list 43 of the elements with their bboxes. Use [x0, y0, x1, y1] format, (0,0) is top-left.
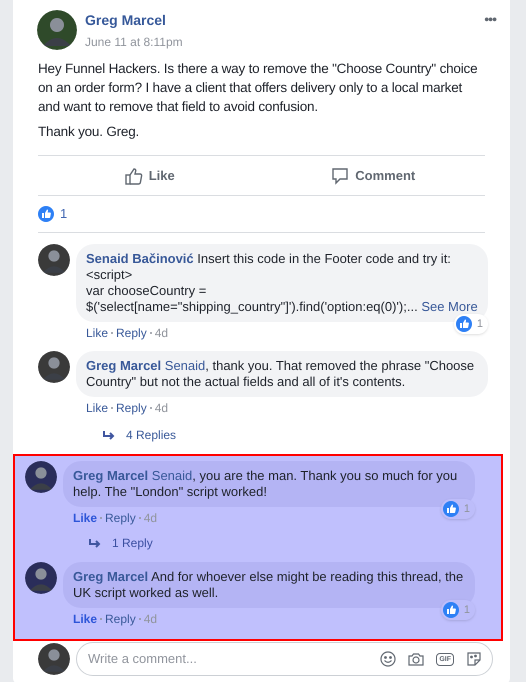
like-badge-icon	[456, 316, 472, 332]
avatar-icon[interactable]	[37, 10, 77, 50]
camera-icon[interactable]	[408, 651, 424, 667]
reaction-badge[interactable]: 1	[454, 314, 488, 334]
reply-arrow-icon	[103, 430, 115, 440]
replies-link[interactable]: 1 Reply	[89, 534, 153, 552]
avatar-icon[interactable]	[38, 351, 70, 383]
avatar-icon[interactable]	[25, 562, 57, 594]
post-text: Thank you. Greg.	[38, 123, 140, 141]
reply-link[interactable]: Reply	[105, 510, 136, 526]
like-badge-icon	[442, 602, 459, 618]
reply-link[interactable]: Reply	[105, 611, 136, 627]
avatar-icon[interactable]	[25, 461, 57, 493]
reaction-count[interactable]: 1	[60, 204, 68, 224]
comment-text: Senaid Bačinović Insert this code in the Footer code and try it: <script> var chooseCountry = $('select[name="shipping_country"]').find('option:eq(0)');... See More	[86, 251, 478, 315]
sticker-icon[interactable]	[466, 651, 482, 667]
comment-text: Greg Marcel Senaid, thank you. That removed the phrase "Choose Country" but not the actual fields and all of it's contents.	[86, 358, 476, 390]
reply-arrow-icon	[89, 538, 101, 548]
like-badge-icon	[38, 206, 54, 222]
comment-text: Greg Marcel And for whoever else might be reading this thread, the UK script worked as well.	[73, 569, 464, 601]
replies-link[interactable]: 4 Replies	[103, 426, 176, 444]
avatar-icon[interactable]	[38, 643, 70, 675]
speech-bubble-icon	[331, 166, 350, 184]
comment-button[interactable]: Comment	[262, 156, 485, 195]
see-more-link[interactable]: See More	[421, 299, 478, 314]
author-name[interactable]: Greg Marcel	[85, 11, 166, 29]
reply-link[interactable]: Reply	[116, 400, 147, 416]
like-link[interactable]: Like	[86, 325, 108, 341]
like-link[interactable]: Like	[86, 400, 108, 416]
post-time[interactable]: June 11 at 8:11pm	[85, 34, 183, 50]
like-link[interactable]: Like	[73, 510, 98, 526]
comment-age[interactable]: 4d	[154, 400, 168, 416]
like-badge-icon	[442, 501, 459, 517]
post-text: Hey Funnel Hackers. Is there a way to remove the "Choose Country" choice on an order form? I have a client that offers delivery only to a local market and want to remove that field to avoid confusion.	[38, 60, 478, 116]
thumbs-up-icon	[124, 166, 143, 184]
avatar-icon[interactable]	[38, 244, 70, 276]
reply-link[interactable]: Reply	[116, 325, 147, 341]
comment-text: Greg Marcel Senaid, you are the man. Thank you so much for you help. The "London" script worked!	[73, 468, 458, 500]
comment-age[interactable]: 4d	[154, 325, 168, 341]
more-options-button[interactable]: •••	[484, 12, 496, 26]
like-button[interactable]: Like	[38, 156, 262, 195]
like-link[interactable]: Like	[73, 611, 98, 627]
smiley-icon[interactable]	[380, 651, 396, 667]
